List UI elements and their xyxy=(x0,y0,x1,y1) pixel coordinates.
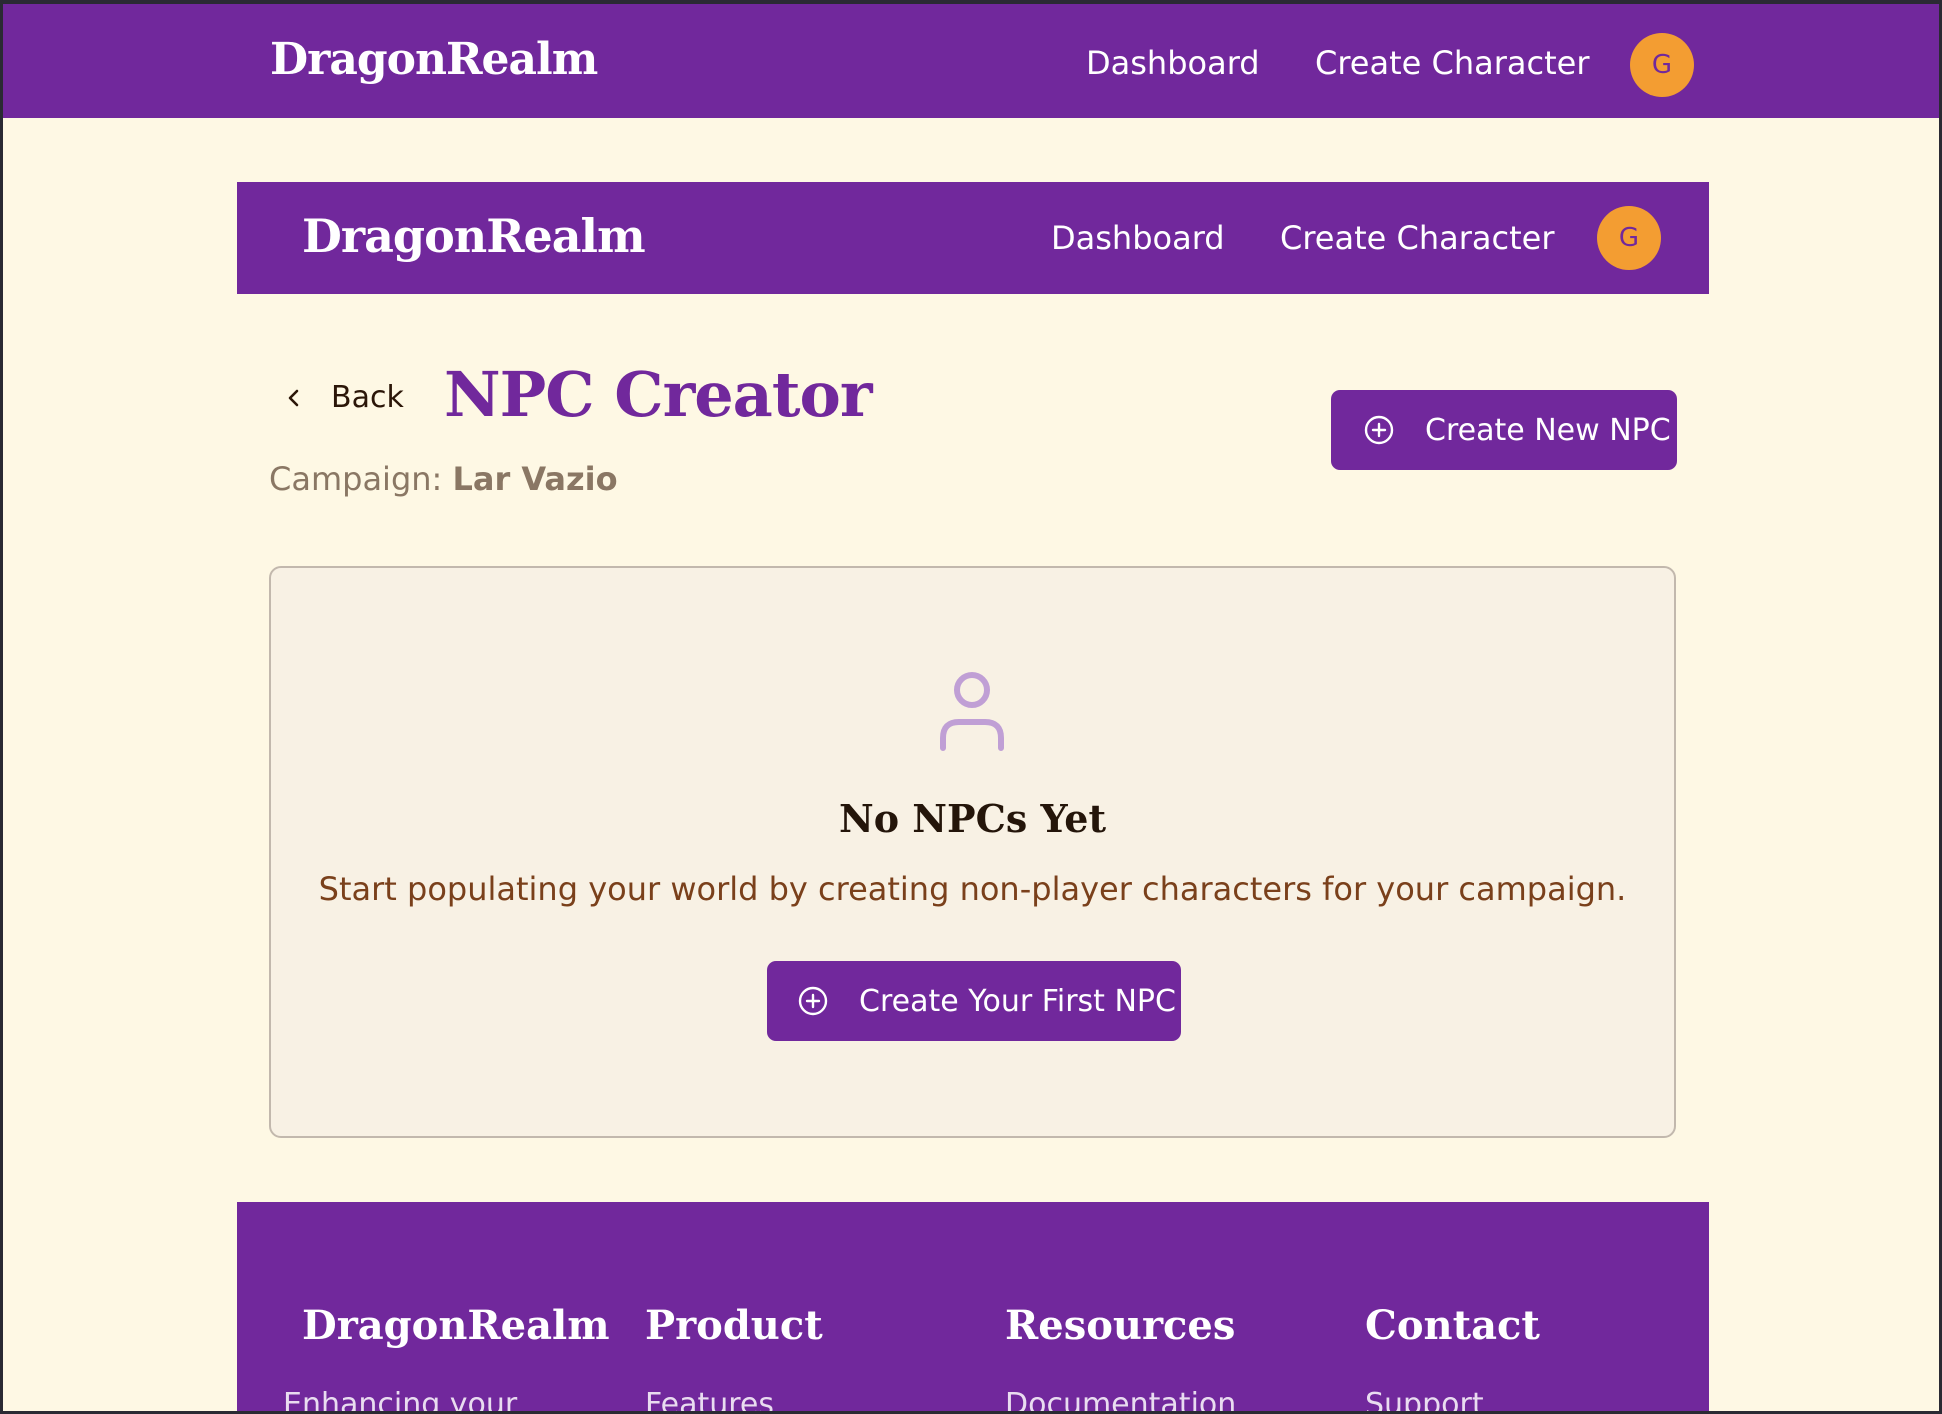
inner-nav-link-create-character[interactable]: Create Character xyxy=(1280,219,1554,257)
window-left-edge xyxy=(0,0,3,1414)
brand-logo[interactable]: DragonRealm xyxy=(270,34,598,85)
campaign-name: Lar Vazio xyxy=(452,460,618,498)
footer-heading-contact: Contact xyxy=(1365,1302,1540,1349)
user-icon xyxy=(937,668,1007,756)
campaign-label: Campaign: xyxy=(269,460,443,498)
plus-circle-icon xyxy=(1363,414,1395,446)
avatar[interactable]: G xyxy=(1630,33,1694,97)
inner-navbar: DragonRealm Dashboard Create Character G xyxy=(237,182,1709,294)
create-new-npc-button[interactable]: Create New NPC xyxy=(1331,390,1677,470)
empty-state-title: No NPCs Yet xyxy=(838,796,1107,841)
inner-nav-link-dashboard[interactable]: Dashboard xyxy=(1051,219,1225,257)
empty-state-card: No NPCs Yet Start populating your world … xyxy=(269,566,1676,1138)
nav-link-create-character[interactable]: Create Character xyxy=(1315,44,1589,82)
outer-navbar: DragonRealm Dashboard Create Character G xyxy=(3,4,1939,118)
footer-heading-brand: DragonRealm xyxy=(302,1302,610,1349)
footer: DragonRealm Product Resources Contact En… xyxy=(237,1202,1709,1411)
back-label: Back xyxy=(331,380,404,415)
nav-link-dashboard[interactable]: Dashboard xyxy=(1086,44,1260,82)
footer-link-support[interactable]: Support xyxy=(1365,1387,1484,1411)
inner-brand-logo[interactable]: DragonRealm xyxy=(302,209,646,263)
create-first-npc-button[interactable]: Create Your First NPC xyxy=(767,961,1181,1041)
empty-state-description: Start populating your world by creating … xyxy=(318,870,1627,908)
create-first-npc-label: Create Your First NPC xyxy=(859,983,1176,1019)
create-new-npc-label: Create New NPC xyxy=(1425,412,1671,448)
campaign-info: Campaign: Lar Vazio xyxy=(269,460,618,498)
footer-heading-product: Product xyxy=(645,1302,823,1349)
back-button[interactable]: Back xyxy=(283,380,404,415)
page-title: NPC Creator xyxy=(444,358,873,431)
footer-link-documentation[interactable]: Documentation xyxy=(1005,1387,1236,1411)
inner-avatar[interactable]: G xyxy=(1597,206,1661,270)
footer-tagline: Enhancing your xyxy=(283,1387,518,1411)
footer-link-features[interactable]: Features xyxy=(645,1387,774,1411)
plus-circle-icon xyxy=(797,985,829,1017)
footer-heading-resources: Resources xyxy=(1005,1302,1236,1349)
chevron-left-icon xyxy=(283,387,305,409)
